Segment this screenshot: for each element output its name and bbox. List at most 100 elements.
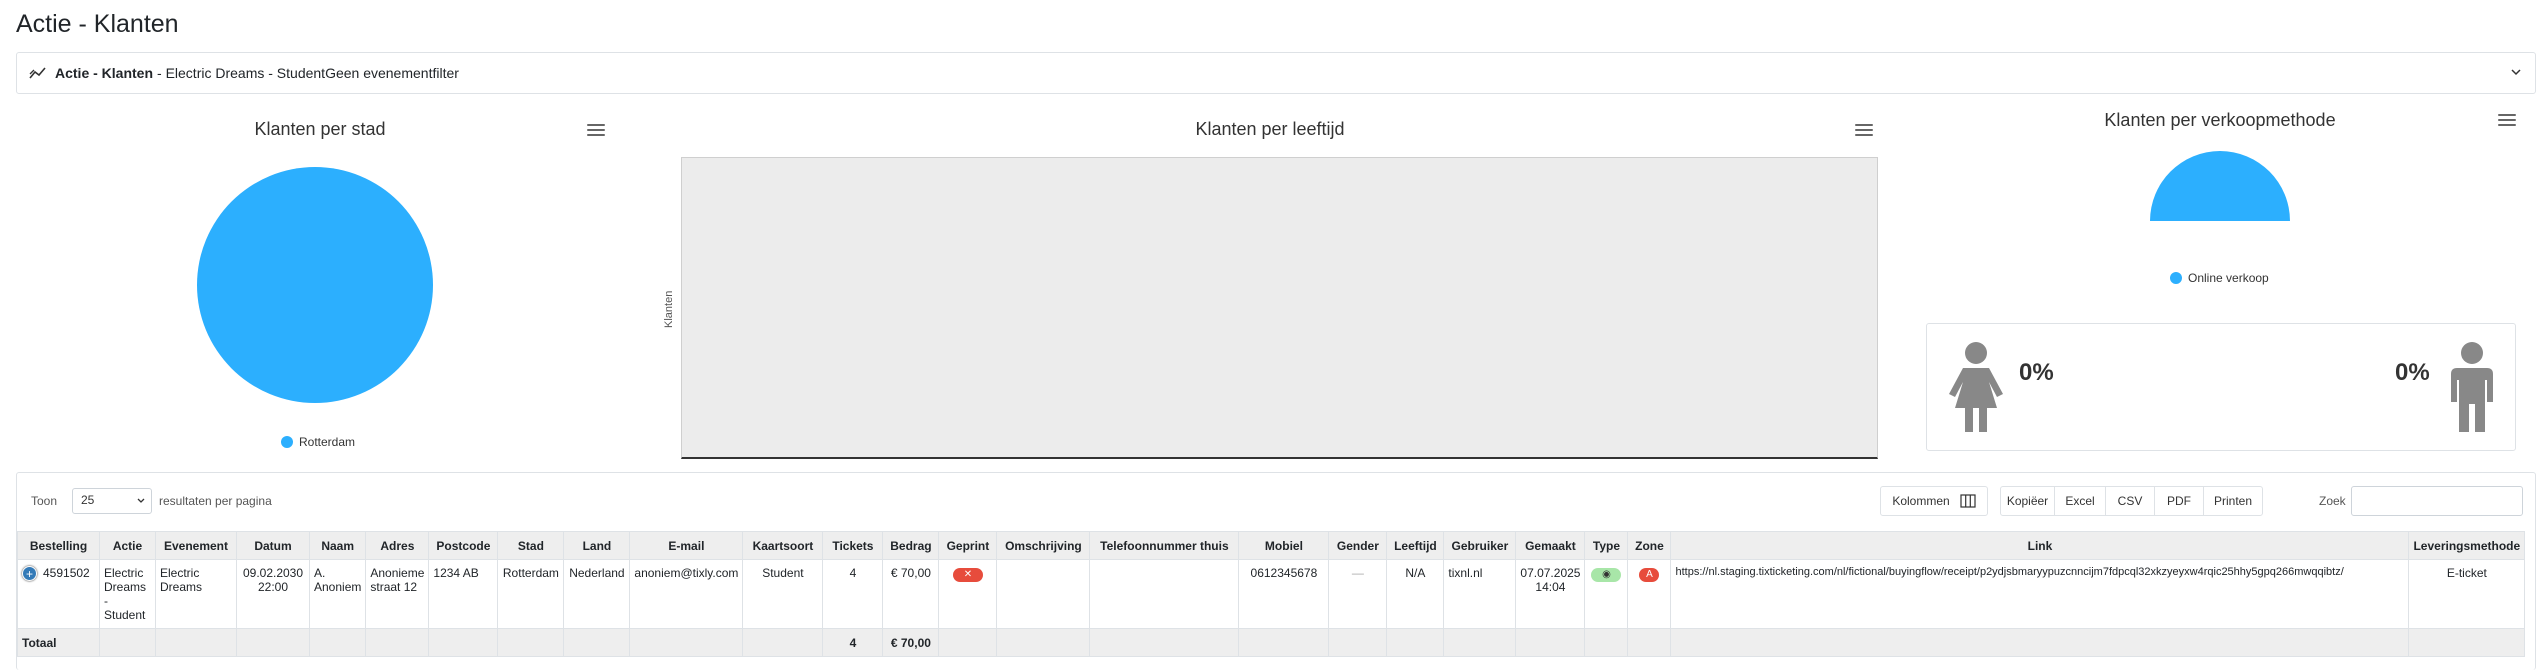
pie-slice-rotterdam[interactable]: [197, 167, 433, 403]
columns-button[interactable]: Kolommen: [1880, 486, 1988, 516]
total-tickets: 4: [822, 628, 884, 657]
cell-evenement: Electric Dreams: [155, 559, 237, 629]
filter-subtitle: - Electric Dreams - StudentGeen evenemen…: [157, 65, 459, 81]
column-header-kaartsoort[interactable]: Kaartsoort: [742, 531, 824, 560]
chart-city-plot: [197, 167, 433, 403]
chart-method-plot: [2150, 151, 2290, 221]
cell-geprint: ✕: [938, 559, 998, 629]
column-header-naam[interactable]: Naam: [308, 531, 367, 560]
chevron-down-icon[interactable]: [2509, 65, 2523, 79]
chart-city-legend[interactable]: Rotterdam: [281, 435, 355, 449]
column-header-leeftijd[interactable]: Leeftijd: [1386, 531, 1445, 560]
orders-table-card: Toon 25 resultaten per pagina Kolommen K…: [16, 472, 2536, 670]
cell-omschrijving: [996, 559, 1091, 629]
chevron-down-icon: [137, 498, 145, 503]
column-header-land[interactable]: Land: [563, 531, 631, 560]
cell-postcode: 1234 AB: [428, 559, 499, 629]
search-label: Zoek: [2319, 494, 2346, 508]
cell-actie: Electric Dreams - Student: [99, 559, 156, 629]
column-header-type[interactable]: Type: [1584, 531, 1629, 560]
page-length-select[interactable]: 25: [72, 488, 152, 514]
cell-land: Nederland: [563, 559, 631, 629]
cell-leeftijd: N/A: [1386, 559, 1445, 629]
chart-method-menu-icon[interactable]: [2498, 114, 2516, 128]
excel-button[interactable]: Excel: [2054, 486, 2106, 516]
column-header-datum[interactable]: Datum: [236, 531, 310, 560]
expand-row-icon[interactable]: +: [22, 566, 37, 582]
chart-age-title: Klanten per leeftijd: [1195, 119, 1345, 139]
female-percentage: 0%: [2019, 359, 2054, 386]
cell-naam: A. Anoniem: [308, 559, 367, 629]
chart-age-y-axis-label: Klanten: [663, 290, 675, 328]
filter-title: Actie - Klanten: [55, 65, 154, 81]
orders-table: Bestelling Actie Evenement Datum Naam Adres Po…: [17, 531, 2526, 657]
legend-label-rotterdam: Rotterdam: [299, 435, 356, 449]
cell-telefoon: [1089, 559, 1240, 629]
search-input[interactable]: [2351, 486, 2523, 516]
legend-label-online-verkoop: Online verkoop: [2188, 271, 2269, 285]
chart-age-plot-area: [681, 157, 1878, 459]
column-header-gemaakt[interactable]: Gemaakt: [1515, 531, 1586, 560]
male-percentage: 0%: [2395, 359, 2430, 386]
cell-zone: A: [1627, 559, 1672, 629]
chart-city-menu-icon[interactable]: [587, 124, 605, 138]
column-header-e-mail[interactable]: E-mail: [629, 531, 744, 560]
cell-datum: 09.02.2030 22:00: [236, 559, 310, 629]
column-header-adres[interactable]: Adres: [365, 531, 430, 560]
cell-tickets: 4: [822, 559, 884, 629]
column-header-telefoonnummer-thuis[interactable]: Telefoonnummer thuis: [1089, 531, 1240, 560]
total-label: Totaal: [17, 628, 100, 657]
column-header-gender[interactable]: Gender: [1328, 531, 1388, 560]
female-icon: [1949, 342, 2003, 432]
cell-gemaakt: 07.07.2025 14:04: [1515, 559, 1586, 629]
legend-dot-icon: [2170, 272, 2182, 284]
cell-bedrag: € 70,00: [882, 559, 940, 629]
page-length-prefix: Toon: [31, 494, 58, 508]
legend-dot-icon: [281, 436, 293, 448]
semi-pie-slice-online-verkoop[interactable]: [2150, 151, 2290, 221]
cell-type: ◉: [1584, 559, 1629, 629]
page-title: Actie - Klanten: [16, 10, 179, 38]
gender-stats-card: 0% 0%: [1926, 323, 2516, 451]
total-bedrag: € 70,00: [882, 628, 940, 657]
columns-button-label: Kolommen: [1892, 494, 1950, 508]
cell-bestelling[interactable]: +4591502: [17, 559, 100, 629]
chart-method-legend[interactable]: Online verkoop: [2170, 271, 2269, 285]
not-printed-badge: ✕: [952, 568, 983, 582]
column-header-geprint[interactable]: Geprint: [938, 531, 998, 560]
chart-method-title: Klanten per verkoopmethode: [2104, 110, 2336, 130]
page-length-suffix: resultaten per pagina: [159, 494, 272, 508]
cell-gender: —: [1328, 559, 1388, 629]
column-header-link[interactable]: Link: [1670, 531, 2410, 560]
column-header-leveringsmethode[interactable]: Leveringsmethode: [2408, 531, 2526, 560]
csv-button[interactable]: CSV: [2105, 486, 2155, 516]
trend-chart-icon: [29, 67, 46, 79]
column-header-stad[interactable]: Stad: [497, 531, 565, 560]
column-header-postcode[interactable]: Postcode: [428, 531, 499, 560]
cell-levering: E-ticket: [2408, 559, 2526, 629]
column-header-bestelling[interactable]: Bestelling: [17, 531, 100, 560]
copy-button[interactable]: Kopiëer: [2000, 486, 2055, 516]
column-header-omschrijving[interactable]: Omschrijving: [996, 531, 1091, 560]
page-length-value: 25: [81, 493, 95, 507]
column-header-mobiel[interactable]: Mobiel: [1238, 531, 1330, 560]
table-total-row: Totaal 4 € 70,00: [17, 628, 2526, 657]
cell-gebruiker: tixnl.nl: [1443, 559, 1517, 629]
column-header-bedrag[interactable]: Bedrag: [882, 531, 940, 560]
chart-age-menu-icon[interactable]: [1855, 124, 1873, 138]
cell-stad: Rotterdam: [497, 559, 565, 629]
globe-icon: ◉: [1591, 568, 1622, 582]
table-row[interactable]: +4591502 Electric Dreams - Student Elect…: [17, 559, 2526, 629]
cell-email[interactable]: anoniem@tixly.com: [629, 559, 744, 629]
table-header-row: Bestelling Actie Evenement Datum Naam Adres Po…: [17, 531, 2526, 560]
column-header-gebruiker[interactable]: Gebruiker: [1443, 531, 1517, 560]
cell-link[interactable]: https://nl.staging.tixticketing.com/nl/f…: [1670, 559, 2410, 629]
filter-panel-header[interactable]: Actie - Klanten - Electric Dreams - Stud…: [16, 52, 2536, 94]
zone-badge: A: [1639, 568, 1660, 582]
column-header-tickets[interactable]: Tickets: [822, 531, 884, 560]
column-header-actie[interactable]: Actie: [99, 531, 156, 560]
column-header-evenement[interactable]: Evenement: [155, 531, 237, 560]
pdf-button[interactable]: PDF: [2154, 486, 2204, 516]
column-header-zone[interactable]: Zone: [1627, 531, 1672, 560]
print-button[interactable]: Printen: [2203, 486, 2263, 516]
